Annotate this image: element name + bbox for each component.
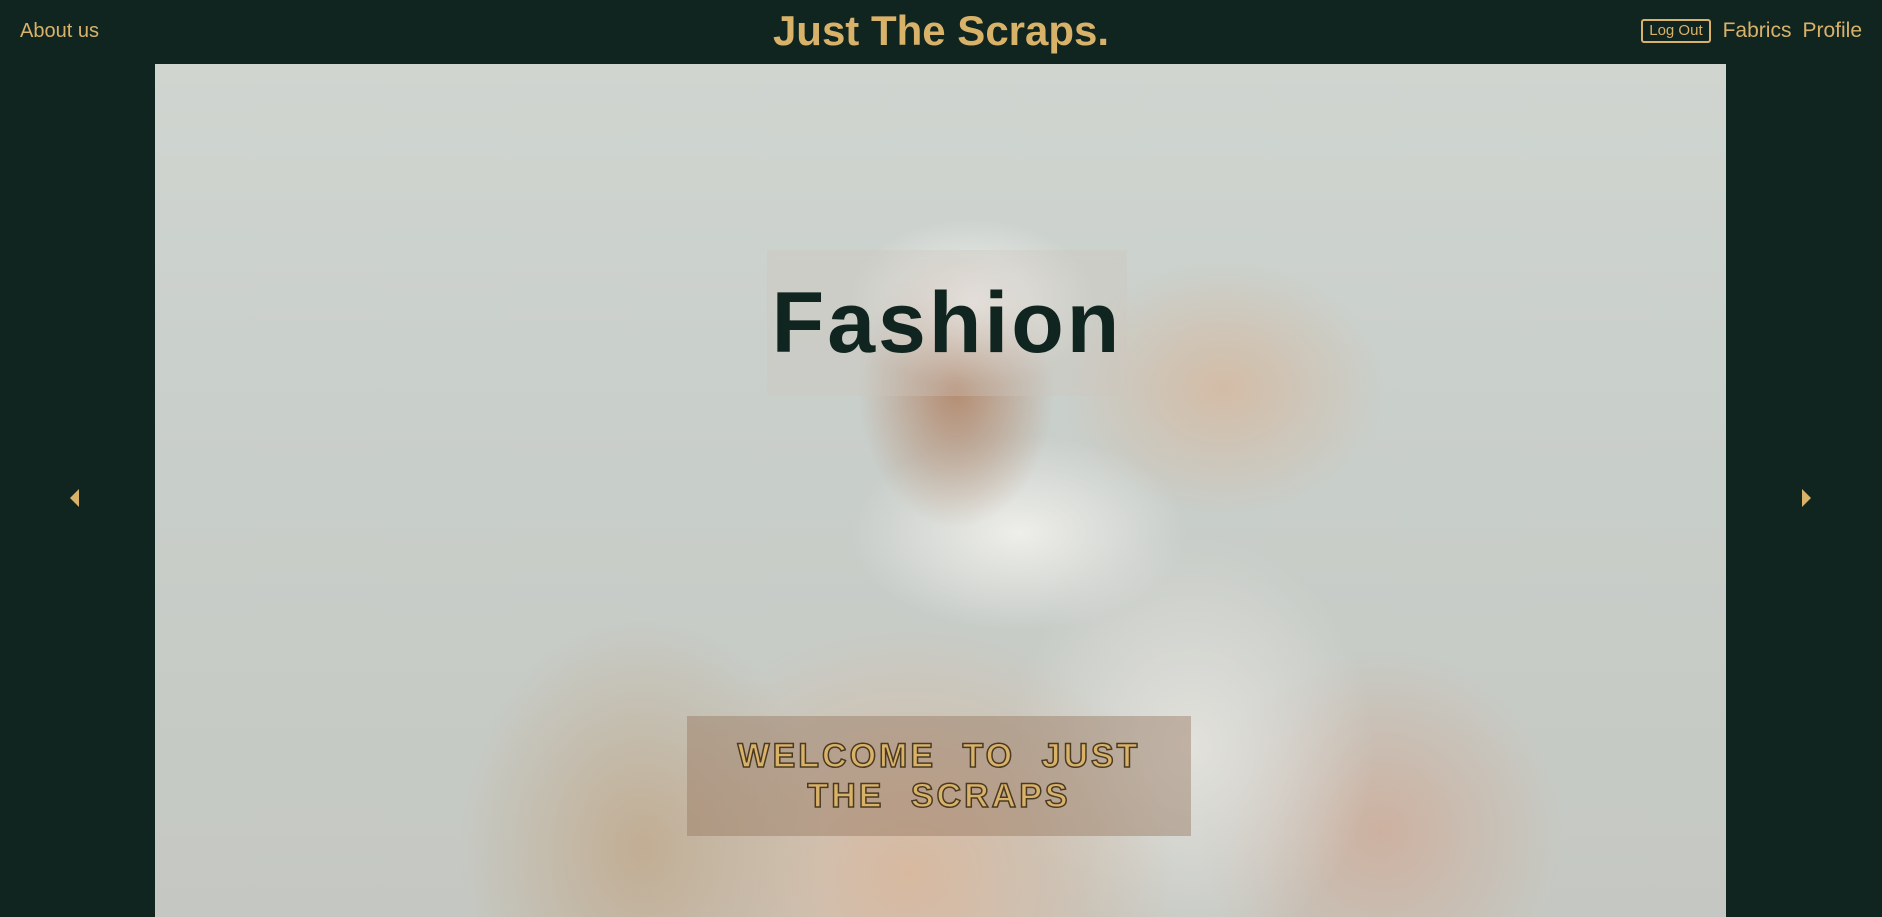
fabrics-link[interactable]: Fabrics — [1723, 19, 1792, 43]
user-navigation: Log Out Fabrics Profile — [1641, 19, 1862, 43]
carousel-prev-icon[interactable] — [70, 489, 79, 507]
welcome-text: WELCOME TO JUST THE SCRAPS — [737, 736, 1141, 816]
site-brand-title: Just The Scraps. — [0, 7, 1882, 55]
fashion-title: Fashion — [771, 274, 1123, 371]
top-navigation-bar: About us Just The Scraps. Log Out Fabric… — [0, 0, 1882, 64]
hero-carousel-slide: Fashion WELCOME TO JUST THE SCRAPS — [155, 64, 1726, 917]
fashion-title-panel: Fashion — [767, 250, 1127, 396]
carousel-next-icon[interactable] — [1802, 489, 1811, 507]
log-out-button[interactable]: Log Out — [1641, 19, 1711, 43]
about-us-link[interactable]: About us — [20, 20, 99, 43]
welcome-panel: WELCOME TO JUST THE SCRAPS — [687, 716, 1191, 836]
brand-title-text[interactable]: Just The Scraps. — [773, 7, 1109, 54]
profile-link[interactable]: Profile — [1802, 19, 1862, 43]
